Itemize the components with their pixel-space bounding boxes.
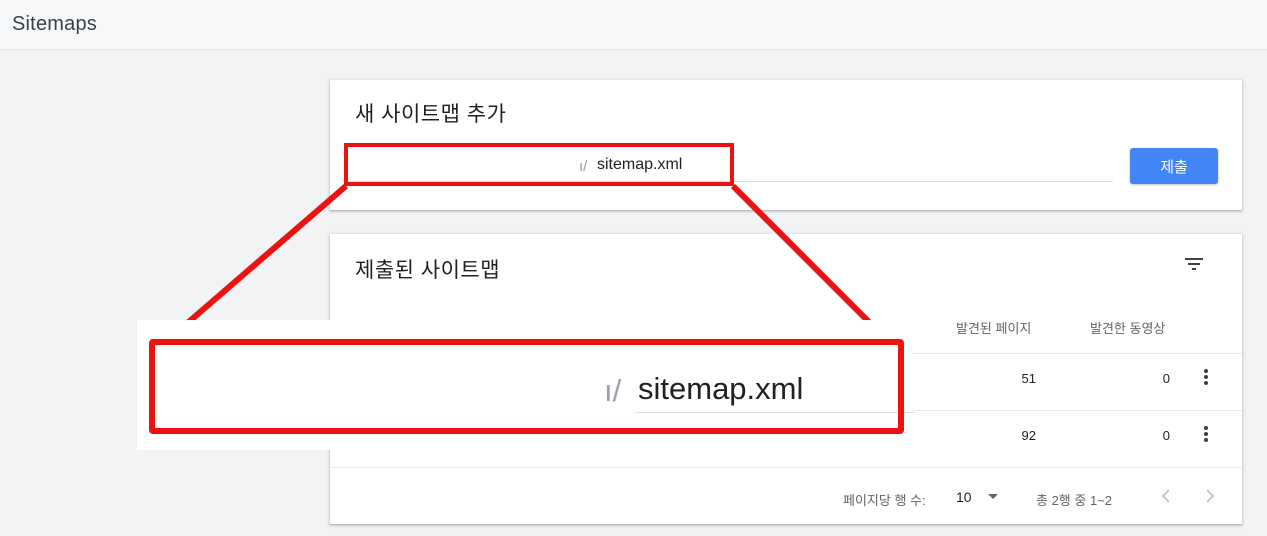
filter-icon [1185,258,1203,270]
discovered-videos-cell: 0 [1162,428,1170,443]
add-sitemap-title: 새 사이트맵 추가 [355,103,507,126]
chevron-right-icon [1206,489,1215,503]
filter-button[interactable] [1182,252,1206,276]
rows-per-page-label: 페이지당 행 수: [843,493,926,508]
input-highlight-frame [344,143,734,186]
more-vert-icon [1204,369,1208,385]
more-vert-icon [1204,426,1208,442]
page-title: Sitemaps [12,13,97,35]
next-page-button[interactable] [1198,484,1222,508]
rows-per-page-value: 10 [956,489,972,505]
top-bar: Sitemaps [0,0,1267,50]
callout-line-left [182,183,348,329]
submitted-sitemaps-title: 제출된 사이트맵 [355,259,501,282]
row-more-button[interactable] [1196,365,1216,389]
discovered-videos-cell: 0 [1162,371,1170,386]
discovered-pages-cell: 51 [1021,371,1036,386]
previous-page-button[interactable] [1154,484,1178,508]
pagination-range: 총 2행 중 1~2 [1036,493,1112,508]
column-header-discovered-pages[interactable]: 발견된 페이지 [956,318,1031,337]
row-more-button[interactable] [1196,422,1216,446]
submit-button[interactable]: 제출 [1130,148,1218,184]
rows-per-page-select[interactable]: 10 [956,484,1006,508]
arrow-drop-down-icon [988,494,998,499]
zoom-highlight-frame [149,339,904,434]
chevron-left-icon [1161,489,1170,503]
footer-divider [330,467,1242,468]
column-header-discovered-videos[interactable]: 발견한 동영상 [1090,318,1165,337]
discovered-pages-cell: 92 [1021,428,1036,443]
